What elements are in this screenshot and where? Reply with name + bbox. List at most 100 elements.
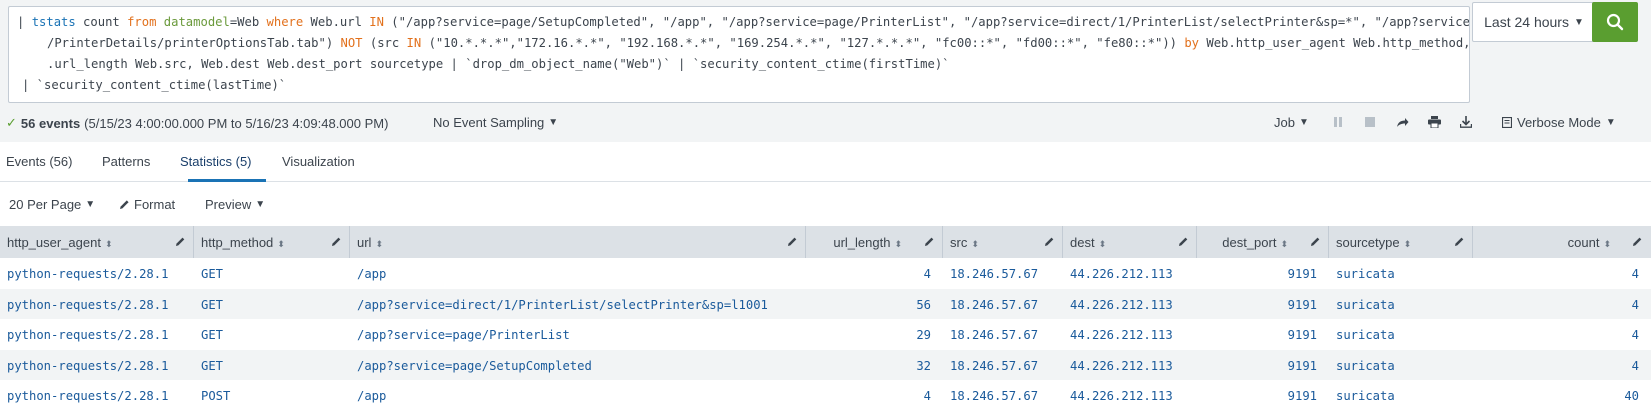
cell-src[interactable]: 18.246.57.67 [950, 359, 1038, 373]
cell-dest-port[interactable]: 9191 [1288, 328, 1317, 342]
cell-dest[interactable]: 44.226.212.113 [1070, 328, 1173, 342]
column-header-label: http_user_agent ⬍ [7, 235, 113, 250]
tab-patterns[interactable]: Patterns [102, 154, 150, 169]
sort-icon[interactable]: ⬍ [1603, 239, 1611, 249]
format-button[interactable]: Format [119, 197, 175, 212]
per-page-label: 20 Per Page [9, 197, 82, 212]
sort-icon[interactable]: ⬍ [894, 239, 902, 249]
cell-url[interactable]: /app?service=page/PrinterList [357, 328, 570, 342]
per-page-dropdown[interactable]: 20 Per Page ▼ [9, 197, 95, 212]
cell-dest[interactable]: 44.226.212.113 [1070, 267, 1173, 281]
cell-count[interactable]: 4 [1632, 298, 1639, 312]
cell-dest[interactable]: 44.226.212.113 [1070, 389, 1173, 403]
print-icon[interactable] [1426, 113, 1442, 131]
cell-dest-port[interactable]: 9191 [1288, 389, 1317, 403]
pencil-icon[interactable] [175, 235, 185, 247]
share-icon[interactable] [1394, 113, 1410, 131]
sort-icon[interactable]: ⬍ [1099, 239, 1107, 249]
preview-label: Preview [205, 197, 252, 212]
cell-url-length[interactable]: 32 [916, 359, 931, 373]
preview-dropdown[interactable]: Preview ▼ [205, 197, 265, 212]
cell-count[interactable]: 4 [1632, 267, 1639, 281]
cell-url[interactable]: /app [357, 267, 386, 281]
pencil-icon[interactable] [787, 235, 797, 247]
job-menu[interactable]: Job ▼ [1274, 115, 1309, 130]
cell-http-method[interactable]: GET [201, 267, 223, 281]
column-header-url[interactable]: url ⬍ [350, 226, 806, 258]
cell-url-length[interactable]: 56 [916, 298, 931, 312]
sort-icon[interactable]: ⬍ [375, 239, 383, 249]
download-icon[interactable] [1458, 113, 1474, 131]
tab-visualization[interactable]: Visualization [282, 154, 355, 169]
search-mode-dropdown[interactable]: Verbose Mode ▼ [1502, 115, 1616, 130]
column-header-url-length[interactable]: url_length ⬍ [806, 226, 943, 258]
table-row[interactable]: python-requests/2.28.1 GET/app?service=di… [0, 288, 1651, 319]
cell-dest-port[interactable]: 9191 [1288, 267, 1317, 281]
tab-statistics[interactable]: Statistics (5) [180, 154, 252, 169]
column-header-sourcetype[interactable]: sourcetype ⬍ [1329, 226, 1473, 258]
cell-dest-port[interactable]: 9191 [1288, 359, 1317, 373]
cell-dest[interactable]: 44.226.212.113 [1070, 359, 1173, 373]
cell-src[interactable]: 18.246.57.67 [950, 267, 1038, 281]
cell-url[interactable]: /app?service=page/SetupCompleted [357, 359, 592, 373]
sort-icon[interactable]: ⬍ [1404, 239, 1412, 249]
table-row[interactable]: python-requests/2.28.1 GET/app?service=pa… [0, 349, 1651, 380]
pencil-icon[interactable] [1632, 235, 1642, 247]
cell-url-length[interactable]: 29 [916, 328, 931, 342]
sort-icon[interactable]: ⬍ [1280, 239, 1288, 249]
column-header-dest[interactable]: dest ⬍ [1063, 226, 1197, 258]
sort-icon[interactable]: ⬍ [277, 239, 285, 249]
cell-count[interactable]: 4 [1632, 359, 1639, 373]
cell-http-method[interactable]: GET [201, 359, 223, 373]
cell-sourcetype[interactable]: suricata [1336, 359, 1395, 373]
sort-icon[interactable]: ⬍ [105, 239, 113, 249]
column-header-http-method[interactable]: http_method ⬍ [194, 226, 350, 258]
column-header-count[interactable]: count ⬍ [1473, 226, 1651, 258]
chevron-down-icon: ▼ [1573, 16, 1584, 28]
cell-http-method[interactable]: POST [201, 389, 230, 403]
time-range-picker[interactable]: Last 24 hours ▼ [1472, 2, 1596, 42]
cell-count[interactable]: 4 [1632, 328, 1639, 342]
pencil-icon[interactable] [1178, 235, 1188, 247]
cell-http-user-agent[interactable]: python-requests/2.28.1 [7, 328, 168, 342]
pencil-icon[interactable] [1454, 235, 1464, 247]
cell-sourcetype[interactable]: suricata [1336, 298, 1395, 312]
cell-http-method[interactable]: GET [201, 328, 223, 342]
cell-url[interactable]: /app [357, 389, 386, 403]
cell-url-length[interactable]: 4 [924, 267, 931, 281]
pencil-icon[interactable] [1044, 235, 1054, 247]
search-button[interactable] [1592, 2, 1638, 42]
cell-src[interactable]: 18.246.57.67 [950, 389, 1038, 403]
pencil-icon[interactable] [924, 235, 934, 247]
cell-http-user-agent[interactable]: python-requests/2.28.1 [7, 359, 168, 373]
tab-events[interactable]: Events (56) [6, 154, 72, 169]
search-query-editor[interactable]: | tstats count from datamodel=Web where … [8, 6, 1470, 103]
table-row[interactable]: python-requests/2.28.1 POST/app 4 18.246.57… [0, 380, 1651, 411]
cell-src[interactable]: 18.246.57.67 [950, 298, 1038, 312]
chevron-down-icon: ▼ [548, 117, 559, 128]
cell-http-user-agent[interactable]: python-requests/2.28.1 [7, 298, 168, 312]
column-header-http-user-agent[interactable]: http_user_agent ⬍ [0, 226, 194, 258]
table-row[interactable]: python-requests/2.28.1 GET/app 4 18.246.57.… [0, 258, 1651, 289]
cell-sourcetype[interactable]: suricata [1336, 328, 1395, 342]
cell-url-length[interactable]: 4 [924, 389, 931, 403]
cell-dest[interactable]: 44.226.212.113 [1070, 298, 1173, 312]
column-header-dest-port[interactable]: dest_port ⬍ [1197, 226, 1329, 258]
pencil-icon[interactable] [1310, 235, 1320, 247]
sort-icon[interactable]: ⬍ [971, 239, 979, 249]
table-row[interactable]: python-requests/2.28.1 GET/app?service=pa… [0, 319, 1651, 350]
cell-http-method[interactable]: GET [201, 298, 223, 312]
cell-src[interactable]: 18.246.57.67 [950, 328, 1038, 342]
column-header-src[interactable]: src ⬍ [943, 226, 1063, 258]
cell-count[interactable]: 40 [1624, 389, 1639, 403]
pause-icon[interactable] [1330, 113, 1346, 131]
stop-icon[interactable] [1362, 113, 1378, 131]
cell-sourcetype[interactable]: suricata [1336, 267, 1395, 281]
event-sampling-dropdown[interactable]: No Event Sampling ▼ [433, 115, 558, 130]
pencil-icon[interactable] [331, 235, 341, 247]
cell-sourcetype[interactable]: suricata [1336, 389, 1395, 403]
cell-url[interactable]: /app?service=direct/1/PrinterList/select… [357, 298, 768, 312]
cell-dest-port[interactable]: 9191 [1288, 298, 1317, 312]
cell-http-user-agent[interactable]: python-requests/2.28.1 [7, 267, 168, 281]
cell-http-user-agent[interactable]: python-requests/2.28.1 [7, 389, 168, 403]
